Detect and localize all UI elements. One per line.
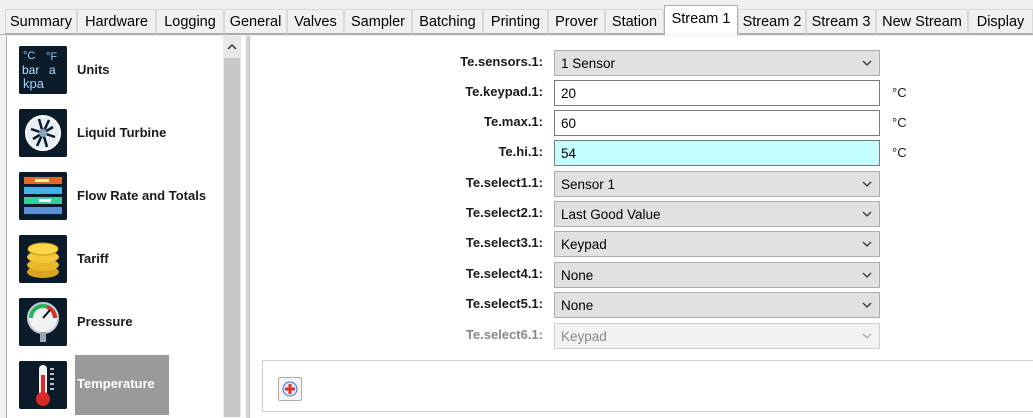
field-label: Te.keypad.1:: [465, 84, 543, 99]
tab-batching[interactable]: Batching: [412, 9, 483, 34]
pressure-gauge-icon: [19, 298, 67, 346]
form-row: Te.select4.1: None: [250, 262, 1033, 288]
unit-label: °C: [892, 85, 907, 100]
sidebar-item-tariff[interactable]: Tariff: [19, 235, 229, 297]
form-row: Te.select1.1: Sensor 1: [250, 171, 1033, 197]
field-label: Te.select3.1:: [465, 235, 543, 250]
chevron-down-icon: [862, 302, 872, 308]
tab-divider-left: [0, 34, 664, 35]
sidebar-item-temperature[interactable]: Temperature: [19, 355, 229, 417]
svg-text:°C: °C: [23, 50, 35, 62]
tab-printing[interactable]: Printing: [483, 9, 548, 34]
svg-text:°F: °F: [46, 51, 57, 63]
sidebar: °C °F bar a kpa Units Liquid Turbine Flo…: [6, 36, 247, 418]
input-value: 20: [561, 85, 577, 101]
sidebar-item-label: Temperature: [75, 355, 169, 415]
scrollbar-thumb[interactable]: [224, 58, 240, 417]
main-panel: Te.sensors.1: 1 Sensor Te.keypad.1: 20 °…: [249, 36, 1033, 418]
tab-stream-2[interactable]: Stream 2: [738, 9, 806, 34]
field-label: Te.select4.1:: [465, 266, 543, 281]
form-row: Te.select2.1: Last Good Value: [250, 201, 1033, 227]
tab-display[interactable]: Display: [968, 9, 1033, 34]
turbine-icon: [19, 109, 67, 157]
flow-rate-icon: [19, 172, 67, 220]
svg-text:a: a: [49, 63, 56, 77]
field-label: Te.max.1:: [483, 114, 543, 129]
te-select1-select[interactable]: Sensor 1: [554, 171, 880, 197]
field-label: Te.sensors.1:: [460, 54, 543, 69]
tab-prover[interactable]: Prover: [548, 9, 605, 34]
sidebar-item-liquid-turbine[interactable]: Liquid Turbine: [19, 109, 229, 171]
select-value: None: [561, 297, 594, 313]
form-row: Te.select5.1: None: [250, 292, 1033, 318]
tab-summary[interactable]: Summary: [5, 9, 77, 34]
form-row: Te.max.1: 60 °C: [250, 110, 1033, 136]
te-select4-select[interactable]: None: [554, 262, 880, 288]
tab-valves[interactable]: Valves: [287, 9, 344, 34]
select-value: Keypad: [561, 236, 607, 252]
tab-divider: [738, 34, 1033, 35]
action-panel: [262, 360, 1033, 412]
input-value: 54: [561, 145, 577, 161]
te-sensors-select[interactable]: 1 Sensor: [554, 50, 880, 76]
tab-logging[interactable]: Logging: [156, 9, 224, 34]
select-value: Sensor 1: [561, 176, 616, 192]
field-label: Te.select2.1:: [465, 205, 543, 220]
tab-general[interactable]: General: [224, 9, 287, 34]
tab-bar: Summary Hardware Logging General Valves …: [0, 0, 1033, 35]
te-select3-select[interactable]: Keypad: [554, 231, 880, 257]
sidebar-item-units[interactable]: °C °F bar a kpa Units: [19, 46, 229, 108]
tab-hardware[interactable]: Hardware: [77, 9, 156, 34]
units-icon: °C °F bar a kpa: [19, 46, 67, 94]
chevron-down-icon: [862, 211, 872, 217]
te-keypad-input[interactable]: 20: [554, 80, 880, 106]
select-value: None: [561, 267, 594, 283]
sidebar-item-label: Tariff: [77, 251, 109, 266]
select-value: 1 Sensor: [561, 55, 616, 71]
tab-new-stream[interactable]: New Stream: [876, 9, 968, 34]
sidebar-item-label: Pressure: [77, 314, 133, 329]
select-value: Keypad: [561, 328, 607, 344]
te-select2-select[interactable]: Last Good Value: [554, 201, 880, 227]
field-label: Te.select5.1:: [465, 296, 543, 311]
te-max-input[interactable]: 60: [554, 110, 880, 136]
add-icon: [282, 381, 298, 397]
chevron-up-icon[interactable]: [223, 36, 241, 56]
form-row: Te.select6.1: Keypad: [250, 323, 1033, 349]
tab-stream-1[interactable]: Stream 1: [664, 5, 738, 35]
coins-icon: [19, 235, 67, 283]
field-label: Te.select6.1:: [465, 327, 543, 342]
form-row: Te.select3.1: Keypad: [250, 231, 1033, 257]
sidebar-scrollbar[interactable]: [223, 36, 241, 417]
field-label: Te.hi.1:: [498, 144, 543, 159]
te-select6-select: Keypad: [554, 323, 880, 349]
te-hi-input[interactable]: 54: [554, 140, 880, 166]
form-row: Te.sensors.1: 1 Sensor: [250, 50, 1033, 76]
svg-text:bar: bar: [22, 63, 39, 77]
tab-stream-3[interactable]: Stream 3: [806, 9, 876, 34]
form-row: Te.hi.1: 54 °C: [250, 140, 1033, 166]
form-row: Te.keypad.1: 20 °C: [250, 80, 1033, 106]
sidebar-item-pressure[interactable]: Pressure: [19, 298, 229, 360]
tab-station[interactable]: Station: [605, 9, 664, 34]
unit-label: °C: [892, 115, 907, 130]
sidebar-item-label: Units: [77, 62, 110, 77]
tab-sampler[interactable]: Sampler: [344, 9, 412, 34]
svg-text:kpa: kpa: [23, 76, 45, 91]
chevron-down-icon: [862, 181, 872, 187]
select-value: Last Good Value: [561, 206, 661, 222]
add-button[interactable]: [278, 377, 302, 401]
chevron-down-icon: [862, 60, 872, 66]
sidebar-item-label: Flow Rate and Totals: [77, 188, 207, 203]
chevron-down-icon: [862, 272, 872, 278]
sidebar-item-flow-rate-and-totals[interactable]: Flow Rate and Totals: [19, 172, 229, 234]
te-select5-select[interactable]: None: [554, 292, 880, 318]
thermometer-icon: [19, 361, 67, 409]
field-label: Te.select1.1:: [465, 175, 543, 190]
input-value: 60: [561, 115, 577, 131]
sidebar-item-label: Liquid Turbine: [77, 125, 167, 140]
chevron-down-icon: [862, 241, 872, 247]
unit-label: °C: [892, 145, 907, 160]
chevron-down-icon: [862, 333, 872, 339]
